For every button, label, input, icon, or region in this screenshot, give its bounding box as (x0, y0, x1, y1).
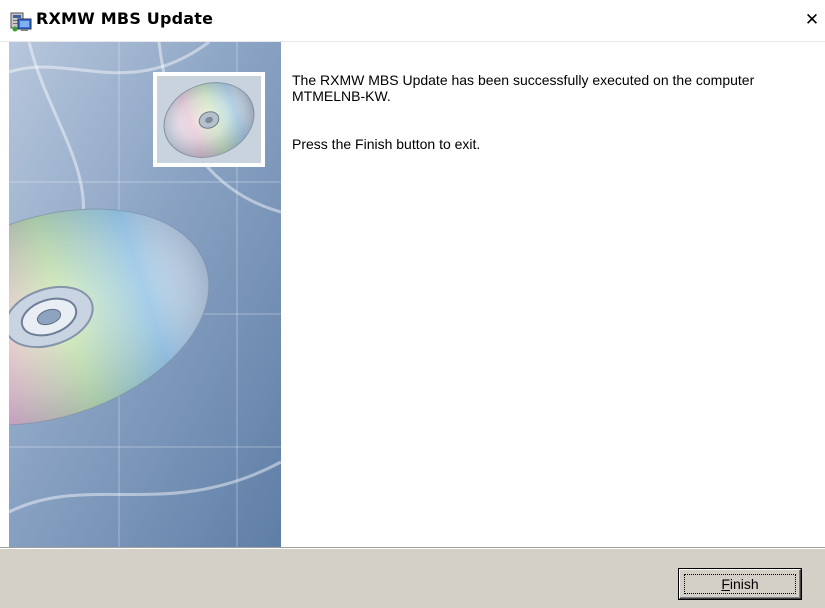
close-button[interactable]: ✕ (803, 10, 821, 30)
title-bar[interactable]: RXMW MBS Update ✕ (0, 0, 825, 42)
success-message: The RXMW MBS Update has been successfull… (292, 72, 755, 104)
button-bar: Finish (0, 547, 825, 608)
window-title: RXMW MBS Update (36, 9, 214, 28)
installer-window: RXMW MBS Update ✕ The RXMW MBS Update ha… (0, 0, 825, 608)
content-area: The RXMW MBS Update has been successfull… (282, 42, 825, 547)
finish-button[interactable]: Finish (679, 569, 801, 599)
cd-disc-graphic (9, 42, 281, 547)
finish-button-label: Finish (721, 576, 758, 592)
close-icon: ✕ (804, 9, 820, 30)
finish-label-rest: inish (729, 576, 759, 592)
instruction-message: Press the Finish button to exit. (292, 136, 481, 152)
side-panel-graphic (9, 42, 281, 547)
setup-computer-icon (10, 10, 32, 32)
finish-accelerator-key: F (721, 576, 730, 592)
